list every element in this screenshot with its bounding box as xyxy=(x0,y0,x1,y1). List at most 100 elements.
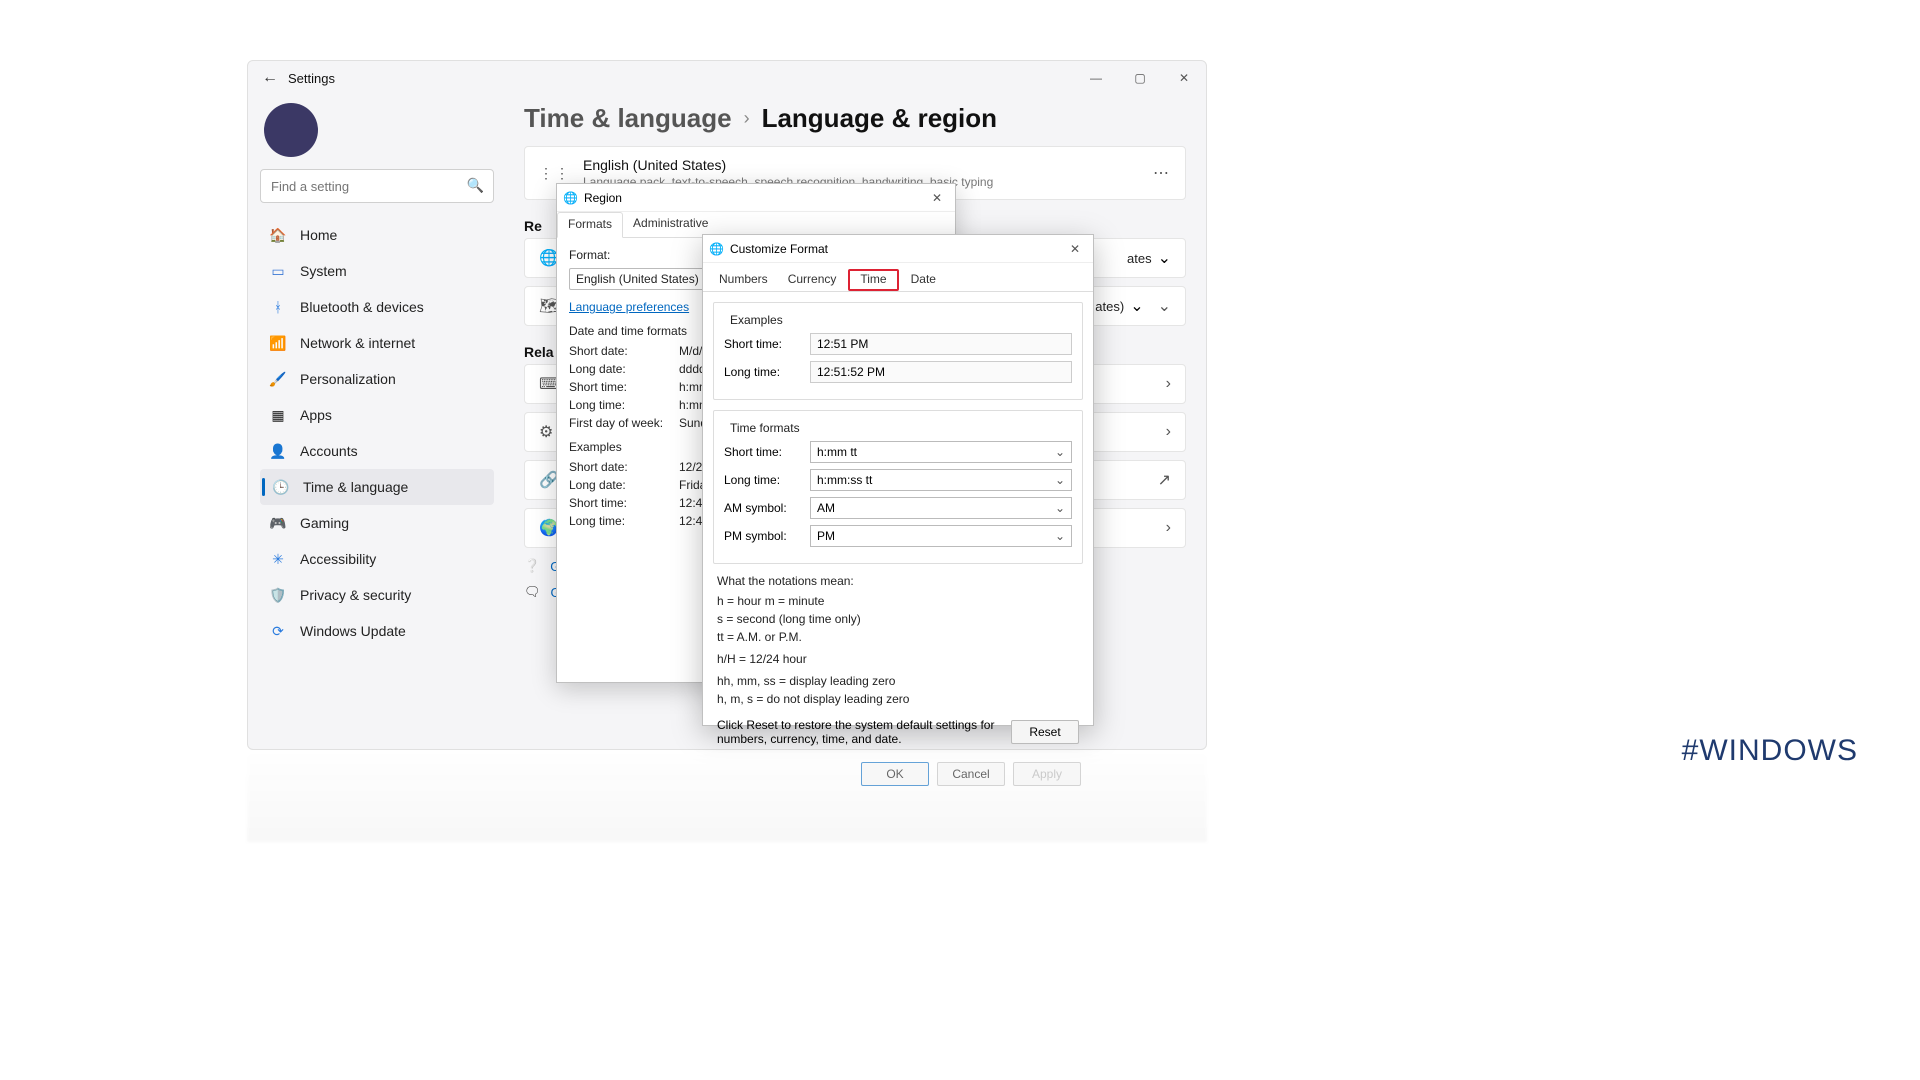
nav-list: 🏠Home ▭ System ᚼ Bluetooth & devices 📶 Netw… xyxy=(260,217,494,649)
tab-date[interactable]: Date xyxy=(903,269,944,291)
bluetooth-icon: ᚼ xyxy=(268,297,288,317)
apps-icon: ▦ xyxy=(268,405,288,425)
nav-label: Home xyxy=(300,227,337,243)
value: AM xyxy=(817,501,835,515)
notations-help: What the notations mean: h = hour m = mi… xyxy=(703,564,1093,706)
nav-update[interactable]: ⟳Windows Update xyxy=(260,613,494,649)
note-line: tt = A.M. or P.M. xyxy=(717,630,1079,644)
example-short-time: 12:51 PM xyxy=(810,333,1072,355)
nav-gaming[interactable]: 🎮Gaming xyxy=(260,505,494,541)
nav-accounts[interactable]: 👤 Accounts xyxy=(260,433,494,469)
nav-label: Apps xyxy=(300,407,332,423)
nav-label: Bluetooth & devices xyxy=(300,299,424,315)
label: Short date: xyxy=(569,460,679,474)
close-icon[interactable]: ✕ xyxy=(925,191,949,205)
label: Short time: xyxy=(724,337,810,351)
person-icon: 👤 xyxy=(268,441,288,461)
label: Long time: xyxy=(569,398,679,412)
value: 12:51:52 PM xyxy=(817,365,885,379)
language-preferences-link[interactable]: Language preferences xyxy=(569,300,689,314)
nav-bluetooth[interactable]: ᚼ Bluetooth & devices xyxy=(260,289,494,325)
label: First day of week: xyxy=(569,416,679,430)
nav-label: Windows Update xyxy=(300,623,406,639)
window-controls: — ▢ ✕ xyxy=(1074,63,1206,93)
back-arrow-icon[interactable]: ← xyxy=(258,69,282,87)
globe-icon: 🌐 xyxy=(709,242,724,256)
note-line: s = second (long time only) xyxy=(717,612,1079,626)
dialog-title: Customize Format xyxy=(730,242,828,256)
page-title: Language & region xyxy=(762,103,997,134)
group-title: Time formats xyxy=(726,421,804,435)
tab-formats[interactable]: Formats xyxy=(557,212,623,238)
customize-tabs: Numbers Currency Time Date xyxy=(703,263,1093,292)
globe-clock-icon: 🕒 xyxy=(271,477,291,497)
nav-accessibility[interactable]: ✳ Accessibility xyxy=(260,541,494,577)
minimize-icon[interactable]: — xyxy=(1074,63,1118,93)
label: Short date: xyxy=(569,344,679,358)
sidebar: 🔍 🏠Home ▭ System ᚼ Bluetooth & devices 📶 Ne… xyxy=(248,95,506,649)
nav-apps[interactable]: ▦ Apps xyxy=(260,397,494,433)
tab-time[interactable]: Time xyxy=(848,269,898,291)
close-icon[interactable]: ✕ xyxy=(1063,242,1087,256)
breadcrumb-parent[interactable]: Time & language xyxy=(524,103,732,134)
nav-time-language[interactable]: 🕒Time & language xyxy=(260,469,494,505)
breadcrumb: Time & language › Language & region xyxy=(524,103,1186,134)
short-time-combo[interactable]: h:mm tt xyxy=(810,441,1072,463)
dialog-titlebar: 🌐 Region ✕ xyxy=(557,184,955,212)
tab-currency[interactable]: Currency xyxy=(780,269,845,291)
nav-system[interactable]: ▭ System xyxy=(260,253,494,289)
search-icon[interactable]: 🔍 xyxy=(467,177,484,194)
settings-icon: ⚙ xyxy=(539,422,553,442)
maximize-icon[interactable]: ▢ xyxy=(1118,63,1162,93)
avatar[interactable] xyxy=(264,103,318,157)
drag-handle-icon[interactable]: ⋮⋮ xyxy=(539,165,571,182)
pm-symbol-combo[interactable]: PM xyxy=(810,525,1072,547)
close-icon[interactable]: ✕ xyxy=(1162,63,1206,93)
chevron-right-icon: › xyxy=(1166,375,1171,393)
more-icon[interactable]: ⋯ xyxy=(1153,163,1171,183)
nav-label: Personalization xyxy=(300,371,396,387)
reset-text: Click Reset to restore the system defaul… xyxy=(717,718,1011,746)
reset-row: Click Reset to restore the system defaul… xyxy=(703,710,1093,754)
long-time-combo[interactable]: h:mm:ss tt xyxy=(810,469,1072,491)
am-symbol-combo[interactable]: AM xyxy=(810,497,1072,519)
nav-privacy[interactable]: 🛡️Privacy & security xyxy=(260,577,494,613)
tab-numbers[interactable]: Numbers xyxy=(711,269,776,291)
chevron-down-icon: ⌄ xyxy=(1130,296,1143,316)
time-formats-group: Time formats Short time:h:mm tt Long tim… xyxy=(713,410,1083,564)
value: PM xyxy=(817,529,835,543)
reflection-decor xyxy=(247,752,1207,842)
label: Long time: xyxy=(724,473,810,487)
note-line: h, m, s = do not display leading zero xyxy=(717,692,1079,706)
system-icon: ▭ xyxy=(268,261,288,281)
label: Short time: xyxy=(569,380,679,394)
wifi-icon: 📶 xyxy=(268,333,288,353)
customize-format-dialog: 🌐 Customize Format ✕ Numbers Currency Ti… xyxy=(702,234,1094,726)
reset-button[interactable]: Reset xyxy=(1011,720,1079,744)
gamepad-icon: 🎮 xyxy=(268,513,288,533)
nav-home[interactable]: 🏠Home xyxy=(260,217,494,253)
note-line: hh, mm, ss = display leading zero xyxy=(717,674,1079,688)
dialog-title: Region xyxy=(584,191,622,205)
label: Short time: xyxy=(569,496,679,510)
search-input[interactable] xyxy=(260,169,494,203)
label: Long time: xyxy=(724,365,810,379)
nav-personalization[interactable]: 🖌️Personalization xyxy=(260,361,494,397)
format-value: English (United States) xyxy=(576,272,699,286)
language-name: English (United States) xyxy=(583,157,993,173)
nav-label: Accessibility xyxy=(300,551,376,567)
note-line: h/H = 12/24 hour xyxy=(717,652,1079,666)
nav-label: Network & internet xyxy=(300,335,415,351)
value: h:mm:ss tt xyxy=(817,473,872,487)
help-icon: ❔ xyxy=(524,558,540,574)
nav-label: Accounts xyxy=(300,443,358,459)
window-title: Settings xyxy=(288,71,335,86)
label: Long date: xyxy=(569,478,679,492)
shield-icon: 🛡️ xyxy=(268,585,288,605)
chevron-down-icon[interactable]: ⌄ xyxy=(1158,296,1171,316)
nav-network[interactable]: 📶 Network & internet xyxy=(260,325,494,361)
region-value-2: ates) xyxy=(1095,299,1124,314)
hashtag-label: #WINDOWS xyxy=(1682,734,1858,768)
nav-label: System xyxy=(300,263,347,279)
accessibility-icon: ✳ xyxy=(268,549,288,569)
